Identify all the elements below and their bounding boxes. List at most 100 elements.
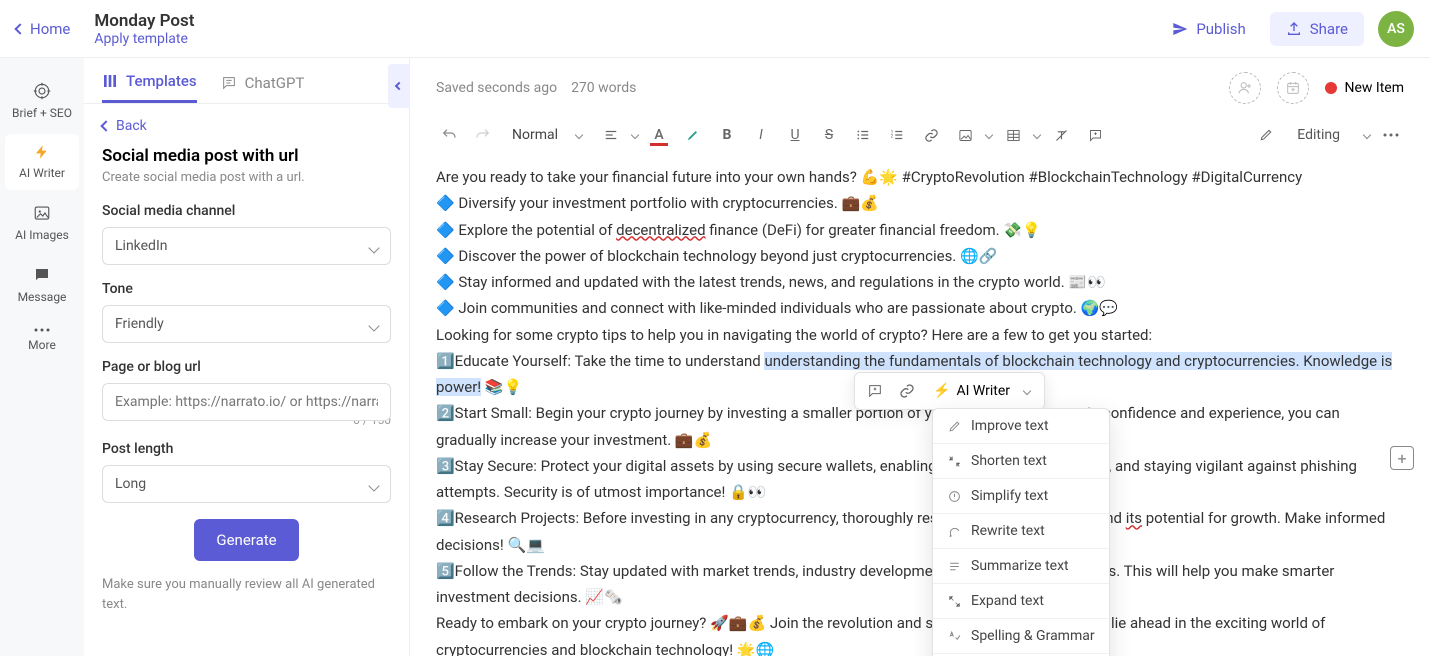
redo-button[interactable] (470, 122, 496, 148)
share-label: Share (1310, 20, 1348, 38)
share-button[interactable]: Share (1270, 12, 1364, 46)
align-button[interactable] (598, 122, 624, 148)
rail-ai-images[interactable]: AI Images (5, 194, 79, 252)
link-button[interactable] (918, 122, 944, 148)
aiwriter-menu: Improve text Shorten text Simplify text … (932, 408, 1110, 656)
plus-icon: + (1397, 449, 1406, 468)
bullet-list-button[interactable] (850, 122, 876, 148)
bold-icon: B (723, 127, 732, 143)
comment-button[interactable] (1082, 122, 1108, 148)
menu-rewrite-text[interactable]: Rewrite text (933, 514, 1109, 549)
generate-button[interactable]: Generate (194, 519, 298, 561)
chat-icon (221, 75, 237, 91)
selection-comment-button[interactable] (859, 377, 891, 405)
text-a-icon: A (654, 127, 663, 143)
rail-brief-seo[interactable]: Brief + SEO (5, 72, 79, 130)
add-user-button[interactable] (1229, 72, 1261, 104)
menu-shorten-text[interactable]: Shorten text (933, 444, 1109, 479)
length-value: Long (115, 476, 146, 492)
template-title: Social media post with url (102, 146, 391, 166)
tab-chatgpt-label: ChatGPT (245, 74, 305, 92)
paragraph-style-dropdown[interactable]: Normal (504, 123, 590, 147)
comment-icon (1088, 128, 1103, 143)
avatar[interactable]: AS (1378, 11, 1414, 47)
selection-aiwriter-dropdown[interactable]: ⚡ AI Writer (923, 379, 1040, 403)
menu-spelling-grammar[interactable]: Spelling & Grammar (933, 619, 1109, 654)
text-color-button[interactable]: A (646, 122, 672, 148)
length-select[interactable]: Long (102, 465, 391, 503)
tab-templates[interactable]: Templates (102, 72, 197, 103)
clear-format-button[interactable] (1048, 122, 1074, 148)
back-link[interactable]: Back (102, 118, 391, 134)
rail-more[interactable]: More (5, 318, 79, 362)
menu-expand-text[interactable]: Expand text (933, 584, 1109, 619)
content-line: 3️⃣Stay Secure: Protect your digital ass… (436, 453, 1404, 506)
chevron-down-icon[interactable] (1033, 131, 1041, 139)
publish-button[interactable]: Publish (1162, 14, 1255, 44)
status-dropdown[interactable]: New Item (1325, 80, 1405, 96)
tab-chatgpt[interactable]: ChatGPT (221, 72, 305, 103)
sidebar-tabs: Templates ChatGPT (84, 58, 409, 104)
review-note: Make sure you manually review all AI gen… (102, 575, 391, 614)
tab-templates-label: Templates (126, 72, 197, 90)
template-desc: Create social media post with a url. (102, 170, 391, 185)
italic-button[interactable]: I (748, 122, 774, 148)
pencil-icon (1259, 128, 1273, 142)
highlight-button[interactable] (680, 122, 706, 148)
menu-improve-text[interactable]: Improve text (933, 409, 1109, 444)
calendar-plus-icon (1285, 80, 1301, 96)
add-date-button[interactable] (1277, 72, 1309, 104)
rail-ai-writer[interactable]: AI Writer (5, 134, 79, 190)
chevron-down-icon[interactable] (985, 131, 993, 139)
rail-aiwriter-label: AI Writer (19, 166, 65, 180)
undo-button[interactable] (436, 122, 462, 148)
content-line: 🔷 Join communities and connect with like… (436, 295, 1404, 321)
content-line: 5️⃣Follow the Trends: Stay updated with … (436, 558, 1404, 611)
table-button[interactable] (1000, 122, 1026, 148)
improve-icon (947, 419, 961, 433)
underline-icon: U (790, 127, 799, 143)
back-label: Back (116, 118, 147, 134)
format-toolbar: Normal A B I U S 12 Editing (410, 118, 1430, 160)
rail-more-label: More (28, 338, 56, 352)
tone-label: Tone (102, 281, 391, 297)
color-swatch-icon (650, 143, 668, 146)
menu-summarize-text[interactable]: Summarize text (933, 549, 1109, 584)
align-left-icon (604, 128, 618, 142)
length-label: Post length (102, 441, 391, 457)
home-link[interactable]: Home (16, 20, 70, 38)
editing-mode-dropdown[interactable]: Editing (1259, 127, 1370, 143)
content-line: 🔷 Discover the power of blockchain techn… (436, 243, 1404, 269)
bolt-icon (34, 144, 50, 160)
add-comment-side-button[interactable]: + (1390, 446, 1414, 470)
ordered-list-button[interactable]: 12 (884, 122, 910, 148)
user-plus-icon (1237, 80, 1253, 96)
rewrite-icon (947, 524, 961, 538)
chevron-down-icon (1363, 131, 1371, 139)
bold-button[interactable]: B (714, 122, 740, 148)
topbar-right: Publish Share AS (1162, 11, 1414, 47)
ordered-list-icon: 12 (890, 128, 904, 142)
collapse-sidebar-button[interactable] (388, 64, 410, 108)
chevron-down-icon[interactable] (631, 131, 639, 139)
chevron-left-icon (100, 120, 111, 131)
selection-link-button[interactable] (891, 377, 923, 405)
word-count: 270 words (571, 80, 636, 96)
tone-select[interactable]: Friendly (102, 305, 391, 343)
chevron-down-icon (1023, 387, 1031, 395)
clear-format-icon (1054, 128, 1069, 143)
spellcheck-icon (947, 629, 961, 643)
more-button[interactable] (1378, 122, 1404, 148)
channel-select[interactable]: LinkedIn (102, 227, 391, 265)
simplify-icon (947, 489, 961, 503)
apply-template-link[interactable]: Apply template (94, 31, 194, 47)
rail-message[interactable]: Message (5, 256, 79, 314)
highlighter-icon (685, 127, 701, 143)
strike-button[interactable]: S (816, 122, 842, 148)
menu-simplify-text[interactable]: Simplify text (933, 479, 1109, 514)
main: Brief + SEO AI Writer AI Images Message … (0, 58, 1430, 656)
url-input[interactable] (102, 383, 391, 421)
doc-title[interactable]: Monday Post (94, 11, 194, 31)
image-button[interactable] (952, 122, 978, 148)
underline-button[interactable]: U (782, 122, 808, 148)
